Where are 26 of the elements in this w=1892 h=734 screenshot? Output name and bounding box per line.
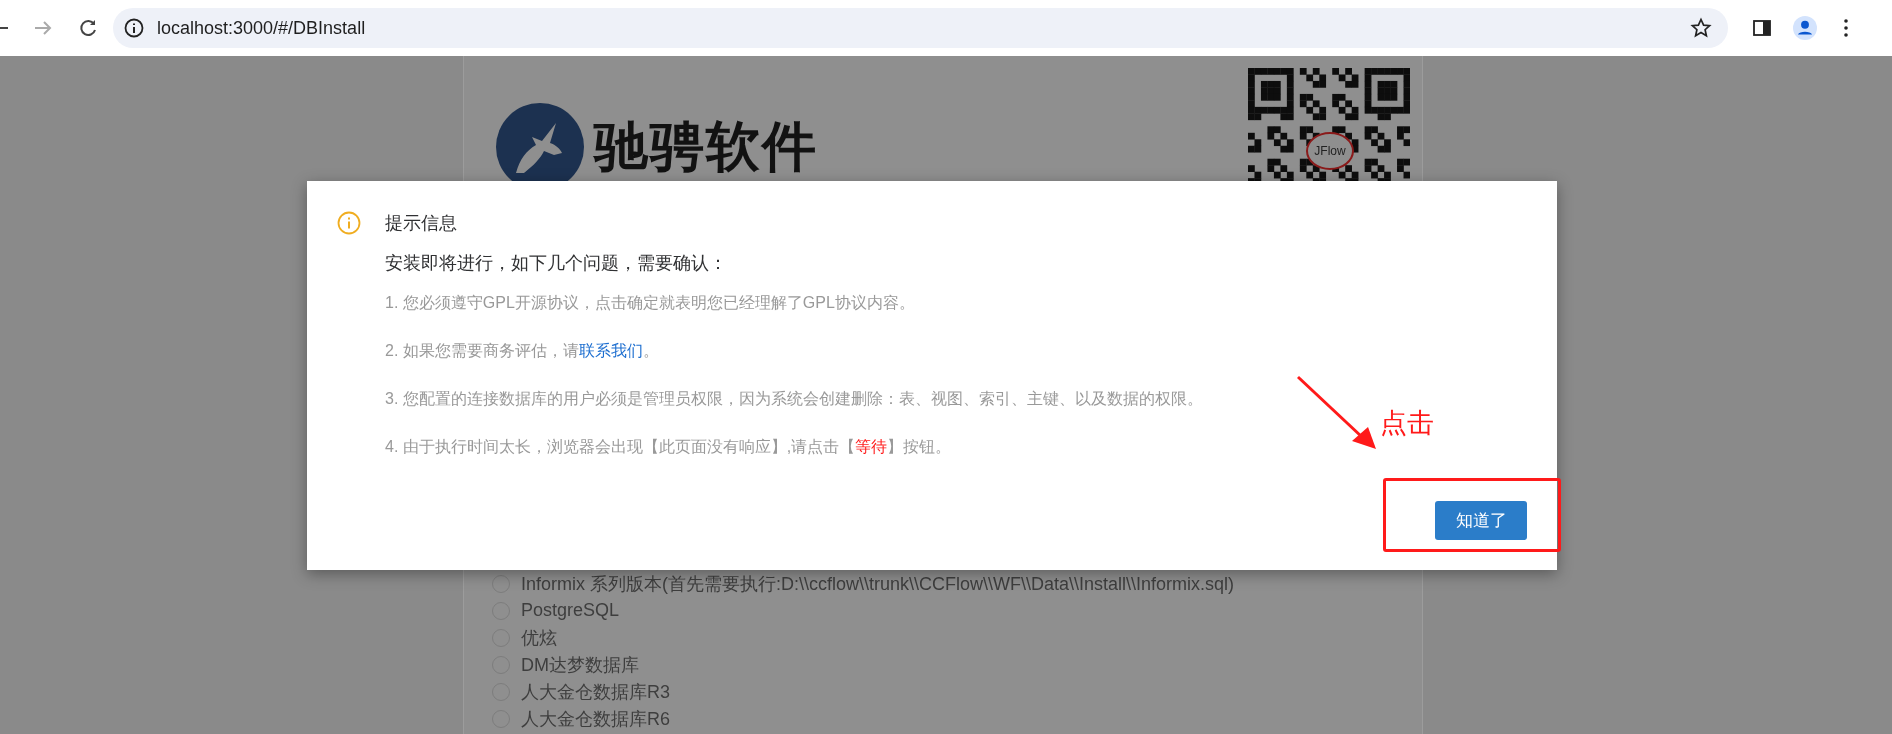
dialog-intro: 安装即将进行，如下几个问题，需要确认：: [385, 252, 728, 275]
radio-button[interactable]: [492, 574, 510, 593]
notice-item: 2. 如果您需要商务评估，请联系我们。: [385, 341, 660, 361]
contact-link[interactable]: 联系我们: [578, 342, 643, 359]
profile-avatar-icon[interactable]: [1793, 16, 1817, 40]
notice-item: 3. 您配置的连接数据库的用户必须是管理员权限，因为系统会创建删除：表、视图、索引、主键、以及数据的权限。: [385, 389, 1204, 409]
annotation-label: 点击: [1380, 407, 1434, 440]
address-bar[interactable]: localhost:3000/#/DBInstall: [113, 8, 1728, 48]
side-panel-icon[interactable]: [1751, 17, 1773, 39]
star-icon[interactable]: [1690, 17, 1712, 39]
option-label: DM达梦数据库: [521, 653, 639, 677]
option-label: 人大金仓数据库R6: [521, 707, 670, 731]
option-label: PostgreSQL: [521, 600, 620, 621]
logo-text: 驰骋软件: [594, 114, 818, 178]
qr-badge: JFlow: [1306, 132, 1354, 170]
url-text: localhost:3000/#/DBInstall: [157, 17, 367, 39]
info-icon[interactable]: [123, 17, 145, 39]
notice-item: 4. 由于执行时间太长，浏览器会出现【此页面没有响应】,请点击【等待】按钮。: [385, 437, 953, 457]
info-icon: [337, 211, 361, 235]
option-label: Informix 系列版本(首先需要执行:D:\\ccflow\\trunk\\CCFlow\\WF\\Data\\Install\\Informix.sql): [521, 572, 1235, 596]
option-label: 优炫: [521, 626, 557, 650]
option-label: 人大金仓数据库R3: [521, 680, 670, 704]
notice-item: 1. 您必须遵守GPL开源协议，点击确定就表明您已经理解了GPL协议内容。: [385, 293, 916, 313]
dialog-title: 提示信息: [385, 212, 457, 235]
reload-icon[interactable]: [77, 17, 99, 39]
confirm-button[interactable]: 知道了: [1435, 501, 1527, 540]
